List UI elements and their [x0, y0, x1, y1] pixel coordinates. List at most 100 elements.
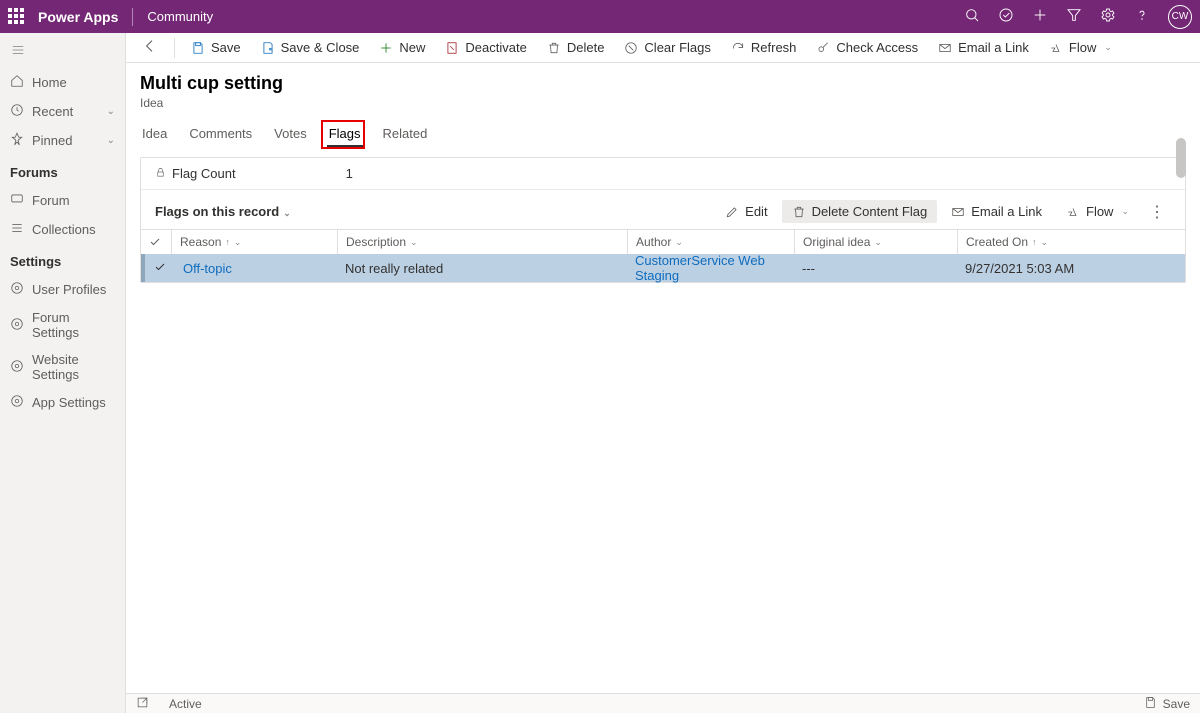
- deactivate-icon: [445, 41, 459, 55]
- nav-forum-settings[interactable]: Forum Settings: [0, 304, 125, 346]
- flag-count-label: Flag Count: [155, 166, 236, 181]
- list-icon: [10, 221, 24, 238]
- save-button[interactable]: Save: [183, 36, 249, 59]
- subgrid-title[interactable]: Flags on this record⌄: [155, 204, 291, 219]
- chevron-down-icon: ⌄: [107, 135, 115, 146]
- save-close-button[interactable]: Save & Close: [253, 36, 368, 59]
- gear-icon: [10, 317, 24, 334]
- form-tabs: Idea Comments Votes Flags Related: [126, 114, 1200, 147]
- task-icon[interactable]: [998, 7, 1014, 26]
- left-navigation: Home Recent ⌄ Pinned ⌄ Forums Forum Coll…: [0, 33, 126, 713]
- edit-button[interactable]: Edit: [715, 200, 777, 223]
- flags-grid: Reason↑⌄ Description⌄ Author⌄ Original i…: [141, 229, 1185, 282]
- scrollbar[interactable]: [1176, 138, 1186, 178]
- main-content: Save Save & Close New Deactivate Delete …: [126, 33, 1200, 713]
- save-icon: [191, 41, 205, 55]
- refresh-button[interactable]: Refresh: [723, 36, 805, 59]
- subgrid-email-link-button[interactable]: Email a Link: [941, 200, 1052, 223]
- page-subtitle: Idea: [140, 96, 1186, 110]
- nav-forum[interactable]: Forum: [0, 186, 125, 215]
- help-icon[interactable]: [1134, 7, 1150, 26]
- column-author[interactable]: Author⌄: [627, 230, 794, 254]
- tab-idea[interactable]: Idea: [140, 126, 169, 147]
- column-reason[interactable]: Reason↑⌄: [171, 230, 337, 254]
- avatar[interactable]: CW: [1168, 5, 1192, 29]
- gear-icon: [10, 281, 24, 298]
- record-status: Active: [169, 697, 202, 711]
- page-title: Multi cup setting: [140, 73, 1186, 94]
- column-created-on[interactable]: Created On↑⌄: [957, 230, 1185, 254]
- tab-content-panel: Flag Count 1 Flags on this record⌄ Edit …: [140, 157, 1186, 283]
- refresh-icon: [731, 41, 745, 55]
- forum-icon: [10, 192, 24, 209]
- grid-header: Reason↑⌄ Description⌄ Author⌄ Original i…: [141, 230, 1185, 254]
- nav-label: Forum Settings: [32, 310, 115, 340]
- back-button[interactable]: [134, 34, 166, 61]
- delete-button[interactable]: Delete: [539, 36, 613, 59]
- subgrid-flow-button[interactable]: Flow⌄: [1056, 200, 1139, 223]
- nav-collections[interactable]: Collections: [0, 215, 125, 244]
- clear-flags-icon: [624, 41, 638, 55]
- nav-pinned[interactable]: Pinned ⌄: [0, 126, 125, 155]
- global-header: Power Apps Community CW: [0, 0, 1200, 33]
- cell-created-on: 9/27/2021 5:03 AM: [957, 261, 1185, 276]
- nav-user-profiles[interactable]: User Profiles: [0, 275, 125, 304]
- cell-description: Not really related: [337, 261, 627, 276]
- nav-label: Home: [32, 75, 67, 90]
- nav-website-settings[interactable]: Website Settings: [0, 346, 125, 388]
- cell-original-idea: ---: [794, 261, 957, 276]
- check-access-button[interactable]: Check Access: [808, 36, 926, 59]
- app-name: Power Apps: [38, 9, 132, 25]
- select-all-checkbox[interactable]: [141, 230, 171, 254]
- nav-label: Pinned: [32, 133, 72, 148]
- chevron-down-icon: ⌄: [1121, 206, 1129, 217]
- open-new-window-icon[interactable]: [136, 696, 149, 712]
- email-link-button[interactable]: Email a Link: [930, 36, 1037, 59]
- command-bar: Save Save & Close New Deactivate Delete …: [126, 33, 1200, 63]
- new-button[interactable]: New: [371, 36, 433, 59]
- clear-flags-button[interactable]: Clear Flags: [616, 36, 718, 59]
- environment-name[interactable]: Community: [147, 9, 213, 24]
- save-icon[interactable]: [1144, 696, 1157, 712]
- nav-toggle-icon[interactable]: [0, 39, 125, 68]
- search-icon[interactable]: [964, 7, 980, 26]
- settings-icon[interactable]: [1100, 7, 1116, 26]
- email-icon: [938, 41, 952, 55]
- flow-button[interactable]: Flow⌄: [1041, 36, 1120, 59]
- tab-comments[interactable]: Comments: [187, 126, 254, 147]
- nav-label: App Settings: [32, 395, 106, 410]
- column-original-idea[interactable]: Original idea⌄: [794, 230, 957, 254]
- nav-label: User Profiles: [32, 282, 106, 297]
- status-bar: Active Save: [126, 693, 1200, 713]
- tab-flags[interactable]: Flags: [327, 126, 363, 147]
- flag-count-value: 1: [346, 166, 353, 181]
- nav-home[interactable]: Home: [0, 68, 125, 97]
- deactivate-button[interactable]: Deactivate: [437, 36, 534, 59]
- nav-recent[interactable]: Recent ⌄: [0, 97, 125, 126]
- chevron-down-icon: ⌄: [283, 208, 291, 218]
- column-description[interactable]: Description⌄: [337, 230, 627, 254]
- tab-related[interactable]: Related: [381, 126, 430, 147]
- tab-votes[interactable]: Votes: [272, 126, 309, 147]
- pin-icon: [10, 132, 24, 149]
- nav-section-settings: Settings: [0, 244, 125, 275]
- cell-reason[interactable]: Off-topic: [183, 261, 232, 276]
- header-divider: [132, 8, 133, 26]
- nav-label: Website Settings: [32, 352, 115, 382]
- cell-author[interactable]: CustomerService Web Staging: [635, 253, 765, 283]
- trash-icon: [547, 41, 561, 55]
- flow-icon: [1049, 41, 1063, 55]
- filter-icon[interactable]: [1066, 7, 1082, 26]
- save-close-icon: [261, 41, 275, 55]
- nav-app-settings[interactable]: App Settings: [0, 388, 125, 417]
- delete-content-flag-button[interactable]: Delete Content Flag: [782, 200, 938, 223]
- app-launcher-icon[interactable]: [8, 8, 26, 26]
- more-commands-button[interactable]: ⋮: [1143, 202, 1171, 222]
- table-row[interactable]: Off-topic Not really related CustomerSer…: [141, 254, 1185, 282]
- add-icon[interactable]: [1032, 7, 1048, 26]
- home-icon: [10, 74, 24, 91]
- chevron-down-icon: ⌄: [107, 106, 115, 117]
- clock-icon: [10, 103, 24, 120]
- footer-save-label[interactable]: Save: [1163, 697, 1190, 711]
- row-checkbox[interactable]: [145, 261, 175, 276]
